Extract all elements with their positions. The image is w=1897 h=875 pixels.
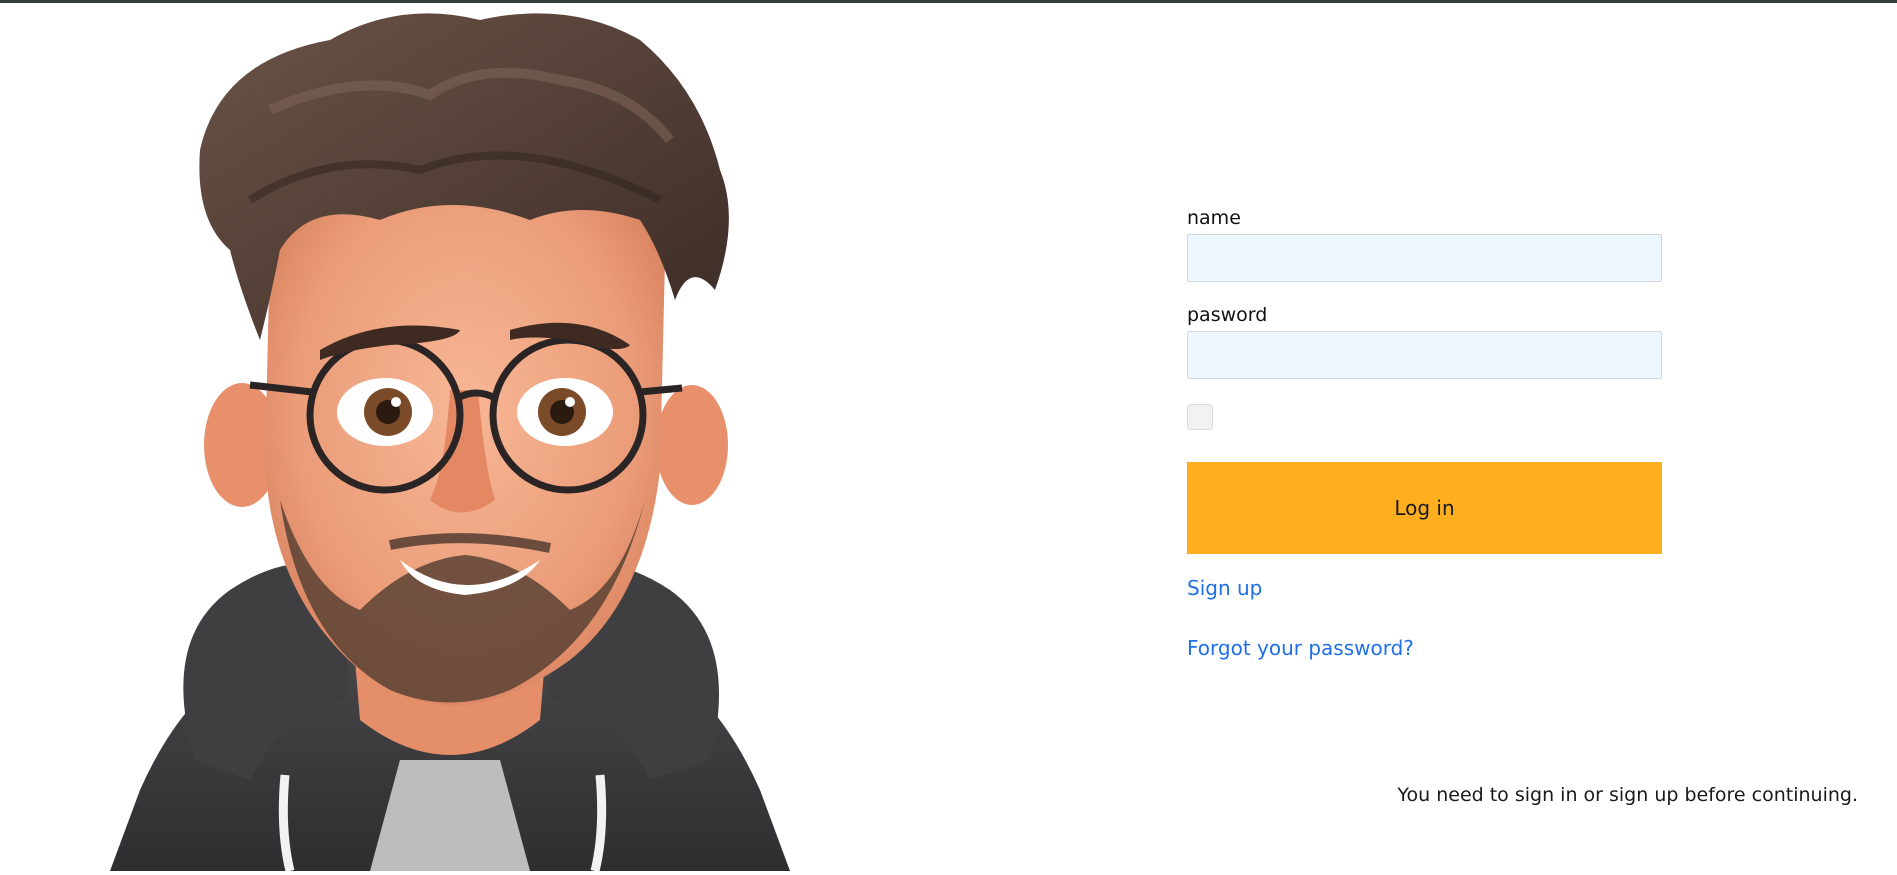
name-input[interactable] bbox=[1187, 234, 1662, 282]
sign-up-link[interactable]: Sign up bbox=[1187, 576, 1262, 600]
forgot-password-link[interactable]: Forgot your password? bbox=[1187, 636, 1414, 660]
password-label: pasword bbox=[1187, 304, 1268, 326]
auth-notice: You need to sign in or sign up before co… bbox=[1397, 784, 1858, 806]
avatar-illustration bbox=[100, 0, 800, 873]
name-label: name bbox=[1187, 207, 1241, 229]
login-button[interactable]: Log in bbox=[1187, 462, 1662, 554]
login-form: name pasword Log in Sign up Forgot your … bbox=[1187, 206, 1662, 660]
password-input[interactable] bbox=[1187, 331, 1662, 379]
remember-me-checkbox[interactable] bbox=[1187, 404, 1213, 430]
